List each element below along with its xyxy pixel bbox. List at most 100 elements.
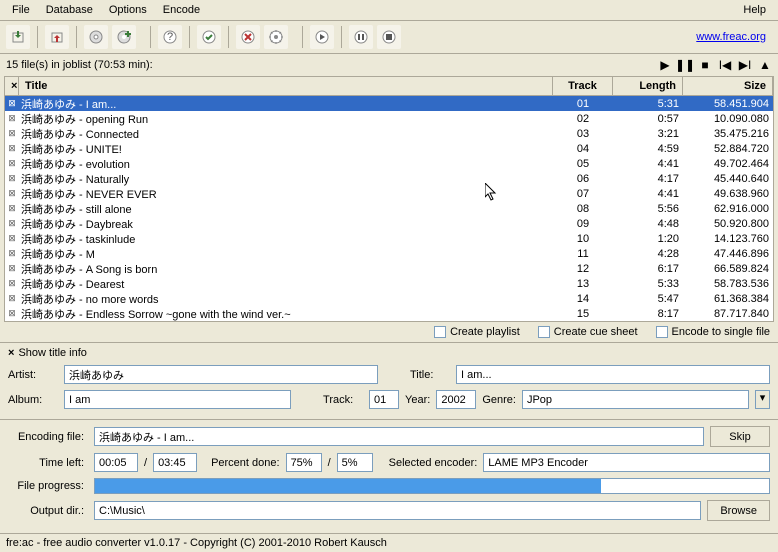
row-length: 1:20 [613, 233, 683, 245]
title-input[interactable] [456, 365, 770, 384]
dropdown-icon[interactable]: ▾ [755, 390, 770, 409]
settings-icon[interactable] [264, 25, 288, 49]
row-size: 66.589.824 [683, 263, 773, 275]
cddb-submit-icon[interactable] [197, 25, 221, 49]
row-size: 10.090.080 [683, 113, 773, 125]
row-close-icon[interactable]: ⊠ [5, 263, 19, 274]
table-row[interactable]: ⊠浜崎あゆみ - no more words145:4761.368.384 [5, 291, 773, 306]
row-close-icon[interactable]: ⊠ [5, 158, 19, 169]
row-close-icon[interactable]: ⊠ [5, 233, 19, 244]
play-icon[interactable] [310, 25, 334, 49]
table-row[interactable]: ⊠浜崎あゆみ - still alone085:5662.916.000 [5, 201, 773, 216]
percent2-input [337, 453, 373, 472]
percent1-input [286, 453, 322, 472]
row-close-icon[interactable]: ⊠ [5, 248, 19, 259]
stop-icon[interactable] [377, 25, 401, 49]
table-row[interactable]: ⊠浜崎あゆみ - NEVER EVER074:4149.638.960 [5, 186, 773, 201]
prev-small-icon[interactable]: I◀ [718, 58, 732, 72]
browse-button[interactable]: Browse [707, 500, 770, 521]
close-titleinfo-icon[interactable]: × [8, 347, 14, 359]
add-files-icon[interactable] [6, 25, 30, 49]
table-row[interactable]: ⊠浜崎あゆみ - Dearest135:3358.783.536 [5, 276, 773, 291]
encode-singlefile-checkbox[interactable]: Encode to single file [656, 326, 770, 338]
joblist-status: 15 file(s) in joblist (70:53 min): [6, 59, 652, 71]
encoder-input [483, 453, 770, 472]
timeleft-label: Time left: [8, 457, 88, 469]
col-title[interactable]: Title [19, 77, 553, 95]
row-size: 87.717.840 [683, 308, 773, 320]
title-label: Title: [410, 369, 450, 381]
create-playlist-checkbox[interactable]: Create playlist [434, 326, 520, 338]
table-row[interactable]: ⊠浜崎あゆみ - taskinlude101:2014.123.760 [5, 231, 773, 246]
col-close[interactable]: × [5, 77, 19, 95]
toolbar: ? www.freac.org [0, 21, 778, 54]
progress-label: File progress: [8, 480, 88, 492]
table-row[interactable]: ⊠浜崎あゆみ - I am...015:3158.451.904 [5, 96, 773, 111]
eject-small-icon[interactable]: ▲ [758, 58, 772, 72]
row-close-icon[interactable]: ⊠ [5, 128, 19, 139]
cddb-query-icon[interactable]: ? [158, 25, 182, 49]
pause-small-icon[interactable]: ❚❚ [678, 58, 692, 72]
genre-input[interactable] [522, 390, 749, 409]
year-input[interactable] [436, 390, 476, 409]
row-length: 4:41 [613, 188, 683, 200]
artist-input[interactable] [64, 365, 378, 384]
row-track: 12 [553, 263, 613, 275]
table-row[interactable]: ⊠浜崎あゆみ - M114:2847.446.896 [5, 246, 773, 261]
table-row[interactable]: ⊠浜崎あゆみ - Naturally064:1745.440.640 [5, 171, 773, 186]
menu-database[interactable]: Database [38, 2, 101, 18]
row-close-icon[interactable]: ⊠ [5, 278, 19, 289]
website-link[interactable]: www.freac.org [696, 31, 772, 43]
table-row[interactable]: ⊠浜崎あゆみ - opening Run020:5710.090.080 [5, 111, 773, 126]
pause-icon[interactable] [349, 25, 373, 49]
output-input[interactable] [94, 501, 701, 520]
row-title: 浜崎あゆみ - no more words [19, 291, 553, 307]
elapsed-input [94, 453, 138, 472]
total-input [153, 453, 197, 472]
row-size: 35.475.216 [683, 128, 773, 140]
track-input[interactable] [369, 390, 399, 409]
row-close-icon[interactable]: ⊠ [5, 98, 19, 109]
menu-file[interactable]: File [4, 2, 38, 18]
row-track: 13 [553, 278, 613, 290]
menu-encode[interactable]: Encode [155, 2, 208, 18]
row-close-icon[interactable]: ⊠ [5, 218, 19, 229]
row-close-icon[interactable]: ⊠ [5, 293, 19, 304]
col-length[interactable]: Length [613, 77, 683, 95]
row-close-icon[interactable]: ⊠ [5, 143, 19, 154]
cd-icon[interactable] [84, 25, 108, 49]
create-cuesheet-checkbox[interactable]: Create cue sheet [538, 326, 638, 338]
row-title: 浜崎あゆみ - opening Run [19, 111, 553, 127]
col-track[interactable]: Track [553, 77, 613, 95]
row-title: 浜崎あゆみ - I am... [19, 96, 553, 112]
row-title: 浜崎あゆみ - Daybreak [19, 216, 553, 232]
options-row: Create playlist Create cue sheet Encode … [0, 322, 778, 342]
cd-add-icon[interactable] [112, 25, 136, 49]
row-length: 6:17 [613, 263, 683, 275]
table-row[interactable]: ⊠浜崎あゆみ - A Song is born126:1766.589.824 [5, 261, 773, 276]
row-close-icon[interactable]: ⊠ [5, 308, 19, 319]
remove-all-icon[interactable] [236, 25, 260, 49]
row-close-icon[interactable]: ⊠ [5, 203, 19, 214]
table-row[interactable]: ⊠浜崎あゆみ - Connected033:2135.475.216 [5, 126, 773, 141]
remove-file-icon[interactable] [45, 25, 69, 49]
album-input[interactable] [64, 390, 291, 409]
next-small-icon[interactable]: ▶I [738, 58, 752, 72]
row-close-icon[interactable]: ⊠ [5, 113, 19, 124]
row-size: 58.783.536 [683, 278, 773, 290]
table-row[interactable]: ⊠浜崎あゆみ - Endless Sorrow ~gone with the w… [5, 306, 773, 321]
table-row[interactable]: ⊠浜崎あゆみ - UNITE!044:5952.884.720 [5, 141, 773, 156]
album-label: Album: [8, 394, 58, 406]
menu-options[interactable]: Options [101, 2, 155, 18]
row-close-icon[interactable]: ⊠ [5, 188, 19, 199]
table-row[interactable]: ⊠浜崎あゆみ - evolution054:4149.702.464 [5, 156, 773, 171]
stop-small-icon[interactable]: ■ [698, 58, 712, 72]
col-size[interactable]: Size [683, 77, 773, 95]
play-small-icon[interactable]: ▶ [658, 58, 672, 72]
row-close-icon[interactable]: ⊠ [5, 173, 19, 184]
skip-button[interactable]: Skip [710, 426, 770, 447]
table-row[interactable]: ⊠浜崎あゆみ - Daybreak094:4850.920.800 [5, 216, 773, 231]
menu-help[interactable]: Help [735, 2, 774, 18]
row-track: 08 [553, 203, 613, 215]
slash-2: / [328, 457, 331, 469]
